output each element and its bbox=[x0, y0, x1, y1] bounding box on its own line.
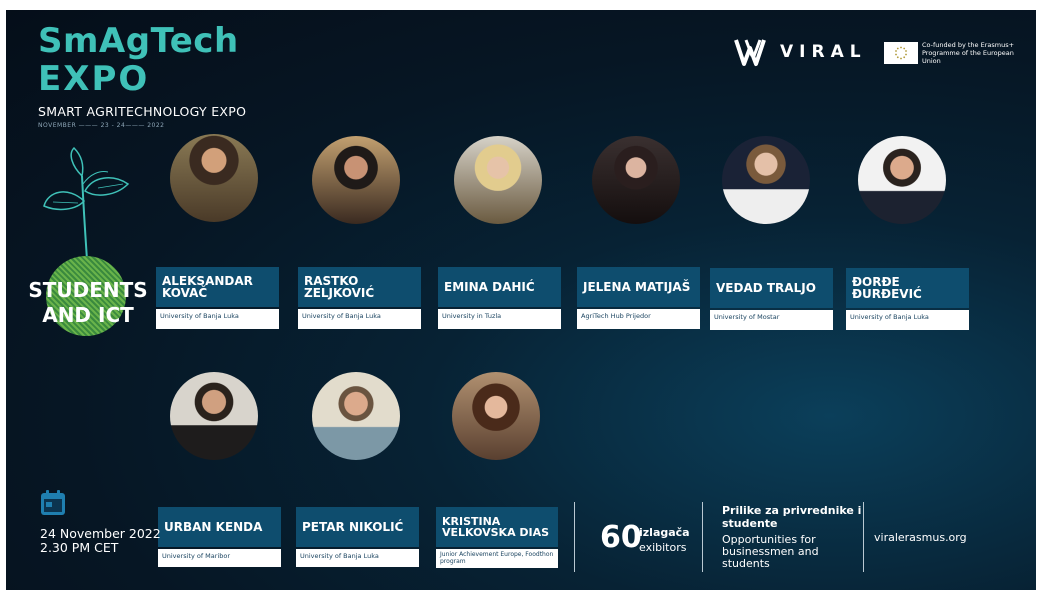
speaker-name-rastko: RASTKO ZELJKOVIĆ bbox=[298, 267, 421, 307]
speaker-affiliation-dorde: University of Banja Luka bbox=[846, 310, 969, 330]
exhibitors-label-en: exibitors bbox=[639, 541, 687, 554]
brand-logo-line2: EXPO bbox=[38, 59, 150, 99]
speaker-photo-vedad bbox=[722, 136, 810, 224]
speaker-name-aleksandar: ALEKSANDAR KOVAČ bbox=[156, 267, 279, 307]
website-link[interactable]: viralerasmus.org bbox=[874, 531, 967, 544]
speaker-photo-petar bbox=[312, 372, 400, 460]
speaker-affiliation-emina: University in Tuzla bbox=[438, 309, 561, 329]
speaker-affiliation-petar: University of Banja Luka bbox=[296, 549, 419, 567]
speaker-photo-dorde bbox=[858, 136, 946, 224]
brand-date-line: NOVEMBER ——— 23 - 24——— 2022 bbox=[38, 122, 165, 129]
speaker-photo-kristina bbox=[452, 372, 540, 460]
exhibitors-label-local: izlagača bbox=[639, 526, 690, 539]
speaker-photo-jelena bbox=[592, 136, 680, 224]
speaker-photo-rastko bbox=[312, 136, 400, 224]
eu-cofunded-text: Co-funded by the Erasmus+ Programme of t… bbox=[922, 41, 1015, 65]
speaker-photo-emina bbox=[454, 136, 542, 224]
speaker-name-jelena: JELENA MATIJAŠ bbox=[577, 267, 700, 307]
event-date: 24 November 2022 bbox=[40, 526, 161, 541]
viral-brand-text: VIRAL bbox=[780, 42, 867, 62]
speaker-affiliation-aleksandar: University of Banja Luka bbox=[156, 309, 279, 329]
viral-logo-icon bbox=[734, 39, 766, 66]
brand-subtitle: SMART AGRITECHNOLOGY EXPO bbox=[38, 104, 247, 119]
opportunities-local: Prilike za privrednike i studente bbox=[722, 504, 862, 530]
speaker-affiliation-kristina: Junior Achievement Europe, Foodthon prog… bbox=[436, 549, 558, 568]
speaker-photo-urban bbox=[170, 372, 258, 460]
opportunities-english: Opportunities for businessmen and studen… bbox=[722, 533, 819, 570]
speaker-name-dorde: ĐORĐE ĐURĐEVIĆ bbox=[846, 268, 969, 308]
speaker-affiliation-vedad: University of Mostar bbox=[710, 310, 833, 330]
speaker-affiliation-urban: University of Maribor bbox=[158, 549, 281, 567]
speaker-name-petar: PETAR NIKOLIĆ bbox=[296, 507, 419, 547]
exhibitors-count: 60 bbox=[600, 520, 642, 555]
event-slide: SmAgTech EXPO SMART AGRITECHNOLOGY EXPO … bbox=[6, 10, 1036, 590]
speaker-name-vedad: VEDAD TRALJO bbox=[710, 268, 833, 308]
speaker-name-urban: URBAN KENDA bbox=[158, 507, 281, 547]
speaker-affiliation-jelena: AgriTech Hub Prijedor bbox=[577, 309, 700, 329]
section-title: STUDENTS AND ICT bbox=[28, 278, 148, 327]
divider-3 bbox=[863, 502, 864, 572]
eu-flag-icon bbox=[884, 42, 918, 64]
calendar-icon bbox=[41, 490, 65, 515]
speaker-affiliation-rastko: University of Banja Luka bbox=[298, 309, 421, 329]
event-time: 2.30 PM CET bbox=[40, 540, 119, 555]
divider-2 bbox=[702, 502, 703, 572]
speaker-name-emina: EMINA DAHIĆ bbox=[438, 267, 561, 307]
brand-logo-line1: SmAgTech bbox=[38, 21, 239, 61]
speaker-photo-aleksandar bbox=[170, 134, 258, 222]
divider-1 bbox=[574, 502, 575, 572]
speaker-name-kristina: KRISTINA VELKOVSKA DIAS bbox=[436, 507, 558, 547]
